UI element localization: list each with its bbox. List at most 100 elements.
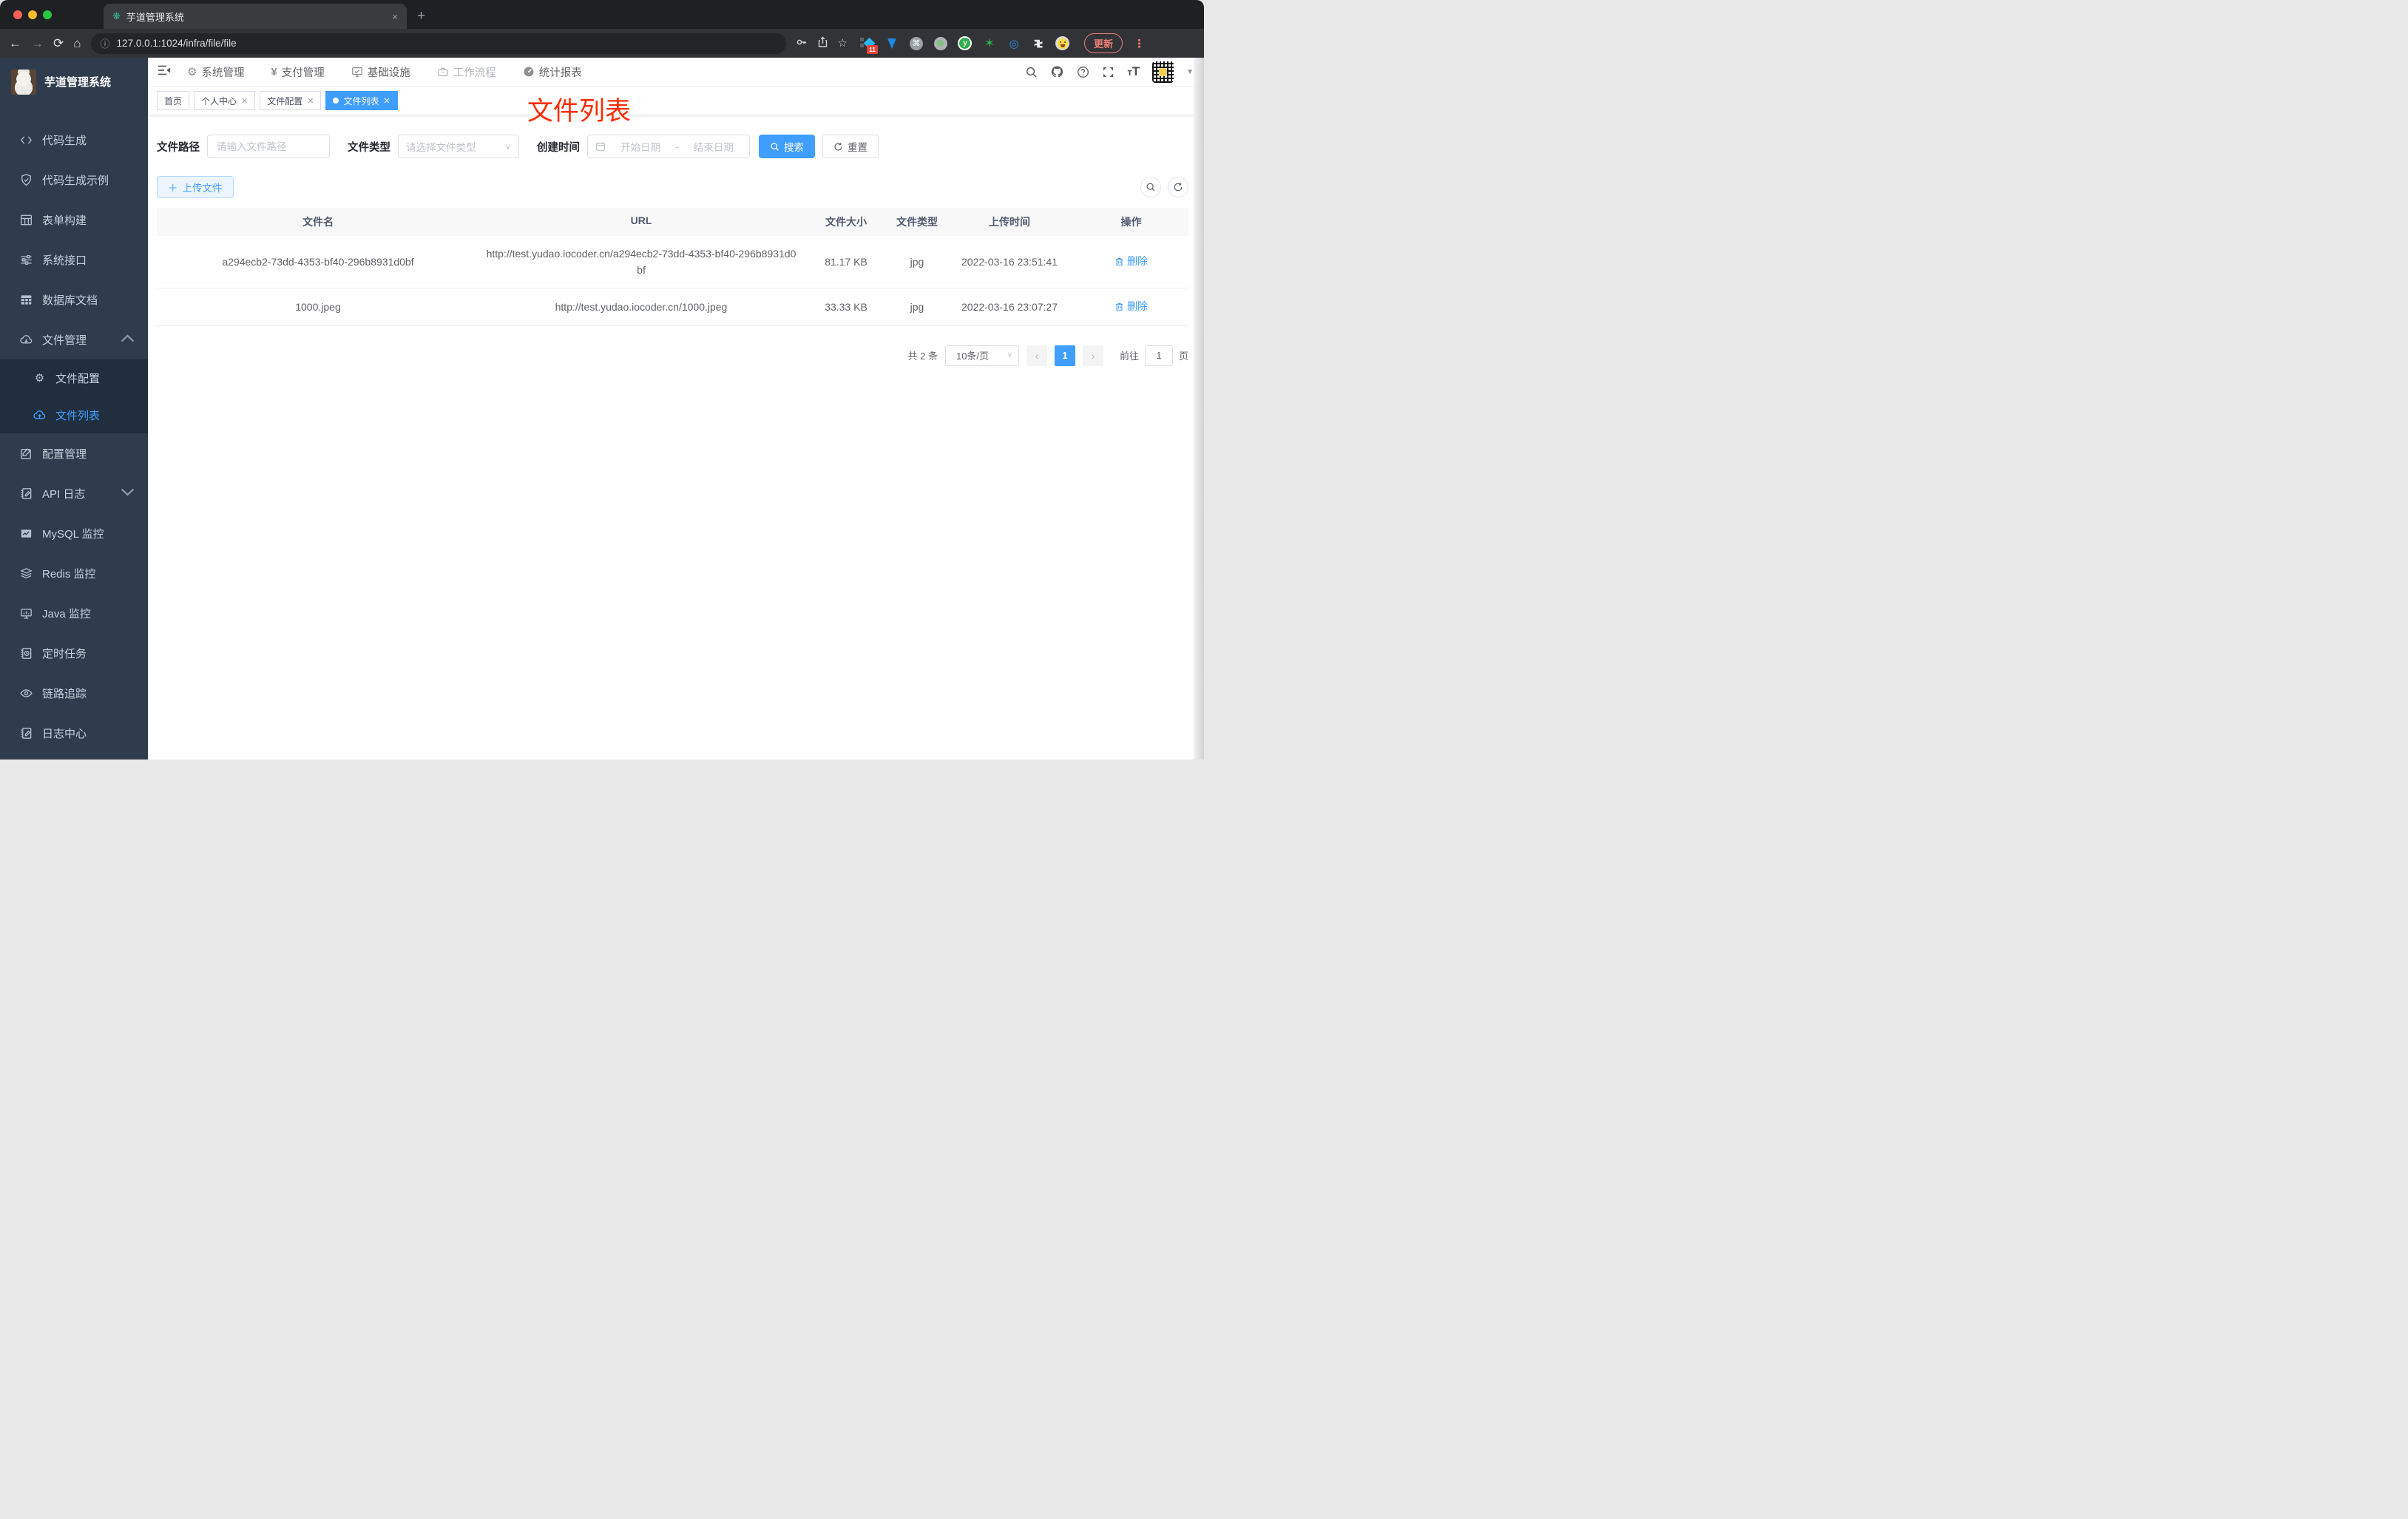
total-count: 共 2 条	[907, 351, 938, 362]
site-info-icon[interactable]: ⓘ	[101, 36, 110, 50]
extension-emoji-icon[interactable]	[1055, 36, 1070, 51]
page-size-select[interactable]: 10条/页 ∨	[944, 345, 1019, 366]
forward-icon[interactable]: →	[31, 37, 44, 50]
sidebar-item-system-api[interactable]: 系统接口	[0, 240, 148, 280]
nav-infrastructure[interactable]: 基础设施	[351, 64, 410, 80]
tag-file-config[interactable]: 文件配置 ✕	[260, 91, 322, 110]
delete-button[interactable]: 删除	[1115, 298, 1148, 314]
search-icon[interactable]	[1025, 66, 1038, 78]
fullscreen-icon[interactable]	[1102, 66, 1115, 78]
extension-pin-icon[interactable]: 11	[859, 36, 878, 54]
file-type-select[interactable]: 请选择文件类型 ∨	[398, 135, 519, 158]
sidebar-item-java-monitor[interactable]: Java 监控	[0, 593, 148, 633]
close-window-button[interactable]	[13, 10, 22, 19]
create-time-label: 创建时间	[537, 141, 580, 154]
sidebar-item-file-management[interactable]: 文件管理	[0, 319, 148, 359]
tag-file-list[interactable]: 文件列表 ✕	[325, 91, 398, 110]
cell-type: jpg	[910, 256, 924, 268]
sidebar-item-code-example[interactable]: 代码生成示例	[0, 160, 148, 200]
next-page-button[interactable]: ›	[1082, 345, 1103, 366]
refresh-icon	[1174, 183, 1183, 192]
sidebar-item-form-builder[interactable]: 表单构建	[0, 200, 148, 240]
sidebar-item-file-list[interactable]: 文件列表	[0, 396, 148, 433]
sidebar-item-file-config[interactable]: ⚙ 文件配置	[0, 359, 148, 396]
sliders-icon	[19, 253, 33, 267]
upload-file-button[interactable]: ＋ 上传文件	[157, 176, 234, 198]
maximize-window-button[interactable]	[43, 10, 52, 19]
browser-menu-icon[interactable]: ⋮	[1134, 37, 1145, 50]
prev-page-button[interactable]: ‹	[1026, 345, 1047, 366]
sidebar-item-code-generation[interactable]: 代码生成	[0, 120, 148, 160]
bookmark-star-icon[interactable]: ☆	[838, 38, 848, 49]
goto-page-input[interactable]	[1144, 345, 1173, 366]
reload-icon[interactable]: ⟳	[53, 37, 64, 50]
address-bar[interactable]: ⓘ 127.0.0.1:1024/infra/file/file	[90, 33, 786, 54]
nav-payment-management[interactable]: ¥ 支付管理	[271, 64, 324, 80]
back-icon[interactable]: ←	[9, 37, 21, 50]
collapse-sidebar-icon[interactable]	[158, 64, 171, 80]
sidebar-item-api-log[interactable]: API 日志	[0, 473, 148, 513]
favicon-icon: ❋	[112, 10, 121, 21]
file-path-input[interactable]	[207, 135, 330, 158]
extension-y-icon[interactable]: y	[958, 36, 973, 51]
nav-workflow[interactable]: 工作流程	[437, 64, 496, 80]
form-grid-icon	[19, 213, 33, 227]
page-1-button[interactable]: 1	[1054, 345, 1075, 366]
col-url: URL	[630, 214, 652, 226]
extension-command-icon[interactable]: ⌘	[909, 36, 924, 51]
sidebar-title: 芋道管理系统	[44, 76, 112, 89]
home-icon[interactable]: ⌂	[73, 37, 81, 50]
update-button[interactable]: 更新	[1083, 33, 1123, 53]
minimize-window-button[interactable]	[28, 10, 37, 19]
nav-system-management[interactable]: ⚙ 系统管理	[187, 64, 244, 80]
sidebar-item-config-management[interactable]: 配置管理	[0, 433, 148, 473]
cell-url: http://test.yudao.iocoder.cn/a294ecb2-73…	[486, 248, 797, 276]
extension-gem-icon[interactable]	[885, 36, 899, 51]
help-icon[interactable]	[1077, 66, 1089, 78]
sidebar-item-mysql-monitor[interactable]: MySQL 监控	[0, 513, 148, 553]
layers-icon	[19, 566, 33, 581]
search-button[interactable]: 搜索	[759, 135, 815, 158]
browser-tab-title: 芋道管理系统	[126, 11, 184, 23]
show-search-button[interactable]	[1140, 177, 1161, 197]
goto-group: 前往 页	[1120, 345, 1188, 366]
chevron-down-icon: ∨	[1007, 351, 1012, 359]
chevron-down-icon	[121, 485, 135, 502]
sidebar-item-redis-monitor[interactable]: Redis 监控	[0, 553, 148, 593]
extension-dot-icon[interactable]	[933, 36, 948, 51]
avatar-caret-icon[interactable]: ▼	[1186, 68, 1194, 76]
close-tag-icon[interactable]: ✕	[241, 96, 248, 106]
browser-tab[interactable]: ❋ 芋道管理系统 ×	[104, 4, 407, 29]
col-time: 上传时间	[989, 216, 1030, 228]
goto-label: 前往	[1119, 351, 1139, 362]
github-icon[interactable]	[1050, 65, 1064, 78]
extensions-puzzle-icon[interactable]	[1031, 36, 1046, 51]
extension-star-icon[interactable]: ✶	[982, 36, 997, 51]
password-key-icon[interactable]	[796, 36, 808, 50]
share-icon[interactable]	[817, 36, 828, 50]
col-actions: 操作	[1120, 216, 1142, 228]
close-tag-icon[interactable]: ✕	[307, 96, 314, 106]
sidebar-item-db-doc[interactable]: 数据库文档	[0, 280, 148, 319]
sidebar-logo[interactable]: 芋道管理系统	[0, 58, 148, 96]
new-tab-button[interactable]: +	[417, 8, 425, 24]
refresh-table-button[interactable]	[1168, 177, 1188, 197]
avatar-qr[interactable]	[1152, 61, 1174, 83]
extension-eye-icon[interactable]: ◎	[1007, 36, 1021, 51]
plus-icon: ＋	[168, 183, 178, 194]
sidebar-item-tracing[interactable]: 链路追踪	[0, 673, 148, 713]
close-tab-icon[interactable]: ×	[392, 11, 398, 22]
monitor-check-icon	[351, 66, 363, 78]
sidebar-item-scheduled-tasks[interactable]: 定时任务	[0, 633, 148, 673]
font-size-icon[interactable]: тT	[1127, 64, 1140, 79]
file-management-submenu: ⚙ 文件配置 文件列表	[0, 359, 148, 433]
date-range-picker[interactable]: 开始日期 - 结束日期	[587, 135, 750, 158]
close-tag-icon[interactable]: ✕	[384, 96, 390, 106]
tag-profile[interactable]: 个人中心 ✕	[194, 91, 256, 110]
nav-report[interactable]: 统计报表	[523, 64, 582, 80]
traffic-lights	[0, 0, 62, 29]
reset-button[interactable]: 重置	[822, 135, 879, 158]
delete-button[interactable]: 删除	[1115, 253, 1148, 269]
sidebar-item-log-center[interactable]: 日志中心	[0, 713, 148, 753]
tag-home[interactable]: 首页	[157, 91, 190, 110]
